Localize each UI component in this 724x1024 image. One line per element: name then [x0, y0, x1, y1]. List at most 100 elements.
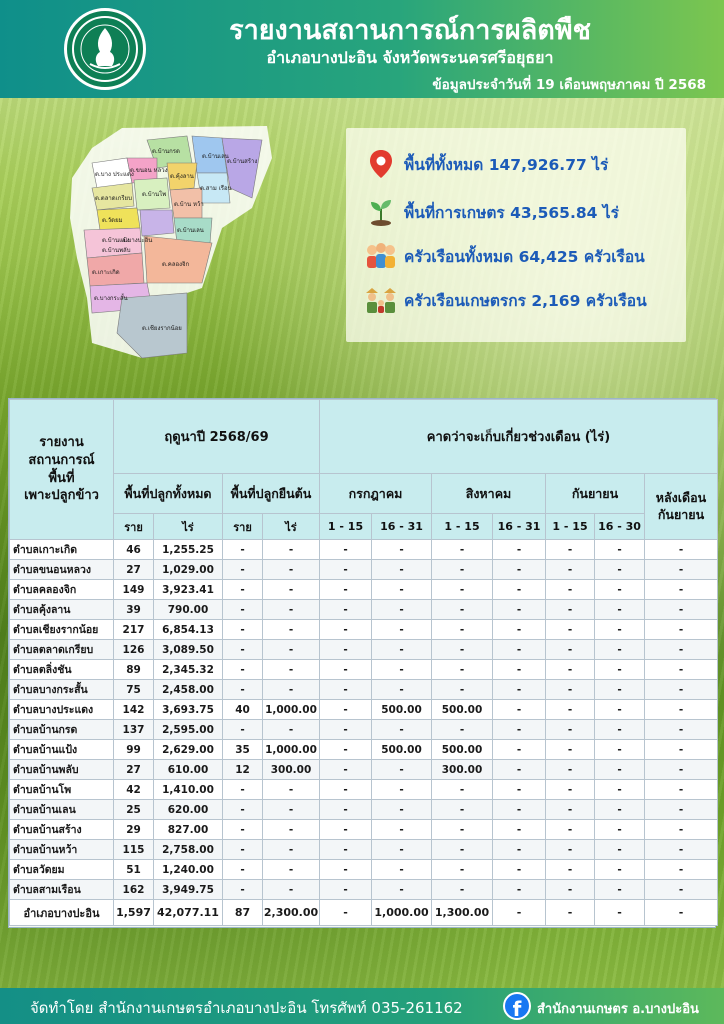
table-cell: -: [222, 879, 263, 900]
table-cell: -: [492, 539, 546, 560]
map-label: ต.คุ้งลาน: [170, 173, 194, 180]
table-cell: -: [371, 559, 432, 580]
table-cell: -: [262, 879, 320, 900]
table-cell: 1,029.00: [153, 559, 223, 580]
table-cell: -: [545, 639, 595, 660]
table-cell: -: [431, 559, 493, 580]
subdistrict-name: ตำบลสามเรือน: [9, 879, 114, 900]
table-cell: -: [492, 839, 546, 860]
table-cell: -: [319, 719, 372, 740]
table-cell: 25: [113, 799, 154, 820]
district-total-label: อำเภอบางปะอิน: [9, 899, 114, 926]
table-cell: -: [431, 859, 493, 880]
table-cell: -: [545, 579, 595, 600]
table-cell: -: [262, 599, 320, 620]
table-cell: -: [594, 599, 645, 620]
table-cell: -: [371, 799, 432, 820]
table-row: ตำบลบ้านเลน 25 620.00- - - - - - - - -: [9, 799, 719, 820]
total-cell: 1,300.00: [431, 899, 493, 926]
table-cell: 3,949.75: [153, 879, 223, 900]
table-cell: 500.00: [431, 739, 493, 760]
sub-header: ไร่: [262, 513, 320, 540]
table-cell: -: [371, 819, 432, 840]
subdistrict-name: ตำบลตลิ่งชัน: [9, 659, 114, 680]
table-cell: 75: [113, 679, 154, 700]
table-cell: 126: [113, 639, 154, 660]
total-cell: 42,077.11: [153, 899, 223, 926]
month-header: กันยายน: [545, 473, 645, 514]
table-cell: -: [545, 739, 595, 760]
map-label: ต.เชียงรากน้อย: [142, 324, 182, 332]
table-cell: -: [431, 719, 493, 740]
table-cell: -: [643, 759, 719, 780]
facebook-page-link[interactable]: สำนักงานเกษตร อ.บางปะอิน: [537, 998, 699, 1019]
harvest-header: คาดว่าจะเก็บเกี่ยวช่วงเดือน (ไร่): [318, 399, 719, 474]
table-cell: 1,000.00: [262, 699, 320, 720]
total-cell: -: [545, 899, 595, 926]
sub-header: ราย: [222, 513, 263, 540]
table-cell: -: [319, 839, 372, 860]
table-cell: -: [643, 799, 719, 820]
map-label: ต.บ้านพลับ: [102, 247, 131, 254]
table-cell: -: [594, 719, 645, 740]
table-cell: 2,595.00: [153, 719, 223, 740]
table-cell: -: [545, 759, 595, 780]
footer-bar: จัดทำโดย สำนักงานเกษตรอำเภอบางปะอิน โทรศ…: [0, 988, 724, 1024]
table-cell: -: [431, 599, 493, 620]
table-cell: -: [594, 759, 645, 780]
table-cell: 142: [113, 699, 154, 720]
table-cell: -: [222, 659, 263, 680]
logo-emblem-icon: [72, 16, 138, 82]
subdistrict-name: ตำบลบ้านกรด: [9, 719, 114, 740]
table-cell: -: [594, 619, 645, 640]
season-header: ฤดูนาปี 2568/69: [113, 399, 320, 474]
total-cell: 2,300.00: [262, 899, 320, 926]
table-cell: -: [222, 579, 263, 600]
sub-header: 16 - 31: [492, 513, 546, 540]
table-row: ตำบลคุ้งลาน 39 790.00- - - - - - - - -: [9, 599, 719, 620]
table-cell: -: [319, 819, 372, 840]
subdistrict-name: ตำบลบางกระสั้น: [9, 679, 114, 700]
stat-households: ครัวเรือนทั้งหมด 64,425 ครัวเรือน: [364, 240, 645, 272]
table-cell: 3,923.41: [153, 579, 223, 600]
table-cell: 27: [113, 759, 154, 780]
table-row: ตำบลบ้านหว้า 115 2,758.00- - - - - - - - -: [9, 839, 719, 860]
table-cell: 115: [113, 839, 154, 860]
table-cell: -: [262, 639, 320, 660]
table-cell: -: [222, 779, 263, 800]
table-cell: -: [431, 639, 493, 660]
table-cell: 217: [113, 619, 154, 640]
table-cell: -: [643, 679, 719, 700]
table-cell: -: [492, 619, 546, 640]
family-icon: [364, 240, 398, 272]
table-cell: -: [371, 639, 432, 660]
table-cell: -: [594, 819, 645, 840]
table-cell: 300.00: [262, 759, 320, 780]
table-cell: 137: [113, 719, 154, 740]
table-cell: 3,693.75: [153, 699, 223, 720]
table-row: ตำบลบ้านพลับ 27 610.00 12 300.00- -300.00- - - -: [9, 759, 719, 780]
table-cell: -: [594, 859, 645, 880]
sub-header: ไร่: [153, 513, 223, 540]
table-cell: -: [545, 779, 595, 800]
subdistrict-name: ตำบลบ้านแป้ง: [9, 739, 114, 760]
subdistrict-name: ตำบลเกาะเกิด: [9, 539, 114, 560]
table-cell: 1,255.25: [153, 539, 223, 560]
sub-header: 1 - 15: [319, 513, 372, 540]
table-corner-header: รายงาน สถานการณ์ พื้นที่ เพาะปลูกข้าว: [9, 399, 114, 540]
stat-farm-area: พื้นที่การเกษตร 43,565.84 ไร่: [364, 196, 619, 228]
table-cell: -: [643, 739, 719, 760]
table-cell: -: [492, 779, 546, 800]
month-header: หลังเดือน กันยายน: [643, 473, 719, 540]
table-cell: -: [643, 859, 719, 880]
table-cell: 27: [113, 559, 154, 580]
facebook-icon[interactable]: f: [503, 992, 531, 1021]
table-cell: 99: [113, 739, 154, 760]
table-cell: -: [371, 579, 432, 600]
subdistrict-name: ตำบลบ้านสร้าง: [9, 819, 114, 840]
table-cell: -: [643, 639, 719, 660]
table-row: ตำบลเชียงรากน้อย 217 6,854.13- - - - - - - - -: [9, 619, 719, 640]
table-row: ตำบลบางประแดง 142 3,693.75 40 1,000.00-500.0…: [9, 699, 719, 720]
table-cell: -: [319, 859, 372, 880]
table-cell: 51: [113, 859, 154, 880]
